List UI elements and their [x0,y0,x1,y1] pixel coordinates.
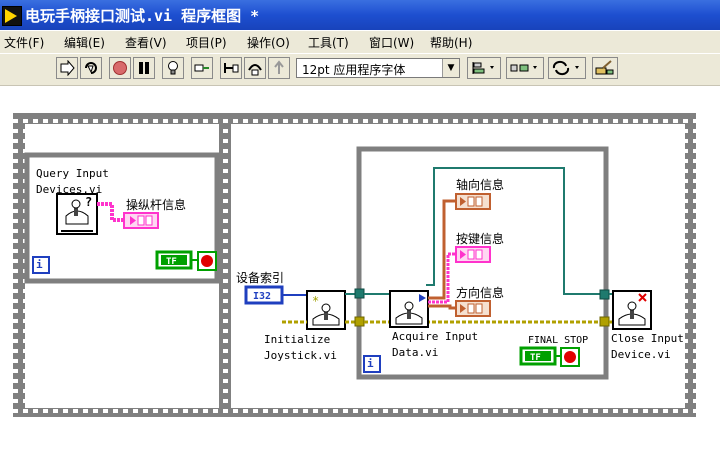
menu-tools[interactable]: 工具(T) [308,34,349,51]
axis-info-indicator[interactable] [455,193,491,210]
left-tf-label: TF [166,257,177,267]
block-diagram-canvas: ? TF I32 * TF [13,113,696,417]
left-iteration-label: i [36,258,43,271]
i32-label: I32 [253,291,271,302]
close-input-device-subvi[interactable] [612,290,652,330]
button-info-label: 按键信息 [456,232,505,246]
pov-info-label: 方向信息 [456,286,505,300]
query-vi-label-line1: Query Input [36,167,109,180]
menu-view[interactable]: 查看(V) [125,34,167,51]
joystick-info-indicator[interactable] [123,212,159,229]
window-title: 电玩手柄接口测试.vi 程序框图 * [25,7,260,25]
distribute-objects-icon [510,64,537,72]
acquire-vi-label-line1: Acquire Input [392,330,479,343]
init-vi-label-line2: Joystick.vi [264,349,337,362]
error-shift-left [354,316,365,327]
button-info-indicator[interactable] [455,246,491,263]
main-loop-condition-stop-icon[interactable] [560,347,580,367]
step-over-icon [248,64,262,76]
run-arrow-icon [60,60,75,76]
retain-wire-values-icon [194,64,209,72]
step-out-button[interactable] [268,57,290,79]
reorder-button[interactable] [548,57,586,79]
align-objects-button[interactable] [467,57,501,79]
final-stop-label: FINAL STOP [528,335,589,346]
device-index-label: 设备索引 [236,271,285,285]
highlight-execution-button[interactable] [162,57,184,79]
dropdown-arrow-icon: ▼ [442,59,459,77]
retain-wire-values-button[interactable] [191,57,213,79]
step-over-button[interactable] [244,57,266,79]
close-vi-label-line2: Device.vi [611,348,671,361]
refnum-tunnel-right [599,289,610,300]
menu-project[interactable]: 项目(P) [186,34,227,51]
acquire-vi-label-line2: Data.vi [392,346,439,359]
pause-button[interactable] [133,57,155,79]
abort-stop-icon [113,61,127,75]
inner-iteration-label: i [367,357,374,370]
init-vi-label-line1: Initialize [264,333,331,346]
inner-tf-label: TF [530,353,541,363]
toolbar: 12pt 应用程序字体 ▼ [0,54,720,86]
svg-text:*: * [312,294,319,308]
run-continuously-icon [85,62,97,74]
align-objects-icon [472,62,494,74]
device-index-i32-control[interactable]: I32 [244,285,284,305]
error-shift-right [599,316,610,327]
left-boolean-true-constant[interactable]: TF [155,250,193,270]
step-into-button[interactable] [220,57,242,79]
labview-vi-icon [2,6,22,26]
font-size-select[interactable]: 12pt 应用程序字体 ▼ [296,58,460,78]
step-into-icon [224,63,239,73]
axis-info-label: 轴向信息 [456,178,505,192]
step-out-icon [274,60,284,74]
abort-button[interactable] [109,57,131,79]
clean-up-broom-icon [595,60,614,75]
run-continuously-button[interactable] [80,57,102,79]
joystick-info-label: 操纵杆信息 [126,198,187,212]
menu-file[interactable]: 文件(F) [4,34,44,51]
clean-up-diagram-button[interactable] [592,57,618,79]
distribute-objects-button[interactable] [506,57,544,79]
menu-help[interactable]: 帮助(H) [430,34,472,51]
query-input-devices-subvi[interactable]: ? [56,193,98,235]
refnum-tunnel-left [354,288,365,299]
pause-icon [139,62,149,74]
close-vi-label-line1: Close Input [611,332,684,345]
left-loop-condition-stop-icon[interactable] [197,251,217,271]
menu-edit[interactable]: 编辑(E) [64,34,105,51]
font-select-value: 12pt 应用程序字体 [302,63,406,77]
menu-operate[interactable]: 操作(O) [247,34,290,51]
query-vi-label-line2: Devices.vi [36,183,103,196]
menu-bar: 文件(F) 编辑(E) 查看(V) 项目(P) 操作(O) 工具(T) 窗口(W… [0,31,720,53]
block-diagram: ? TF I32 * TF Query Input Devices.vi 操纵杆… [0,86,720,457]
pov-info-indicator[interactable] [455,300,491,317]
run-button[interactable] [56,57,78,79]
menu-window[interactable]: 窗口(W) [369,34,414,51]
reorder-arrows-icon [552,60,579,76]
flat-sequence-structure[interactable] [13,113,696,417]
initialize-joystick-subvi[interactable]: * [306,290,346,330]
final-stop-boolean-control[interactable]: TF [519,346,557,366]
title-bar: 电玩手柄接口测试.vi 程序框图 * [0,0,720,30]
lightbulb-icon [168,61,178,75]
acquire-input-data-subvi[interactable] [389,290,429,328]
